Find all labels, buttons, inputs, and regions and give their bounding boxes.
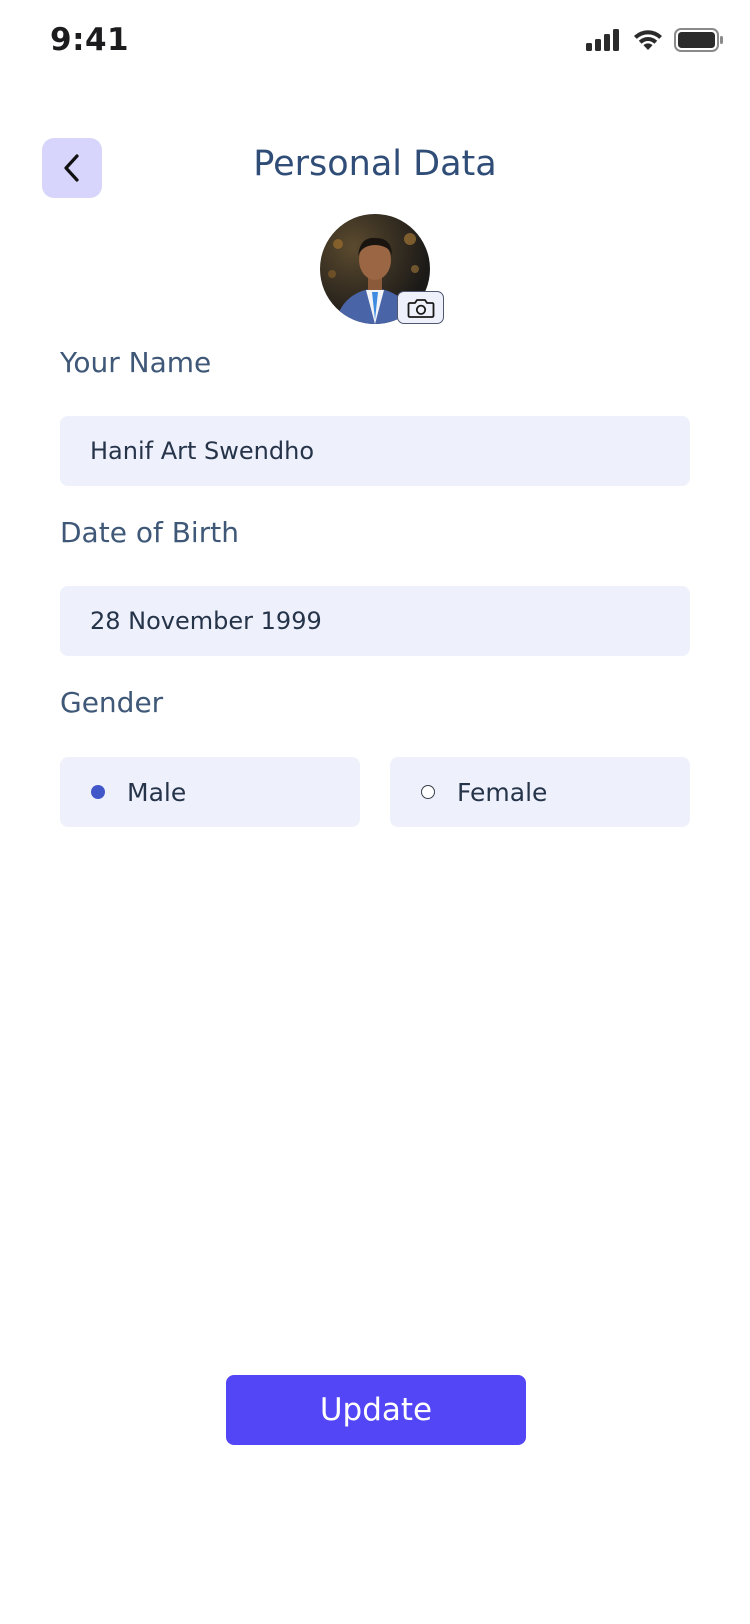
radio-unselected-icon [421,785,435,799]
status-bar: 9:41 [0,0,750,90]
status-time: 9:41 [50,22,130,58]
gender-option-female[interactable]: Female [390,757,690,827]
dob-input[interactable] [60,586,690,656]
change-photo-button[interactable] [397,291,444,324]
name-input[interactable] [60,416,690,486]
gender-option-male[interactable]: Male [60,757,360,827]
name-label: Your Name [60,346,212,379]
gender-label: Gender [60,686,164,719]
gender-option-label: Female [457,777,548,807]
update-button[interactable]: Update [226,1375,526,1445]
status-icons [586,28,724,52]
battery-icon [674,28,723,52]
page-title: Personal Data [253,144,497,184]
dob-label: Date of Birth [60,516,239,549]
gender-option-label: Male [127,777,187,807]
camera-icon [407,298,434,318]
wifi-icon [634,30,662,50]
radio-selected-icon [91,785,105,799]
signal-icon [586,29,619,51]
